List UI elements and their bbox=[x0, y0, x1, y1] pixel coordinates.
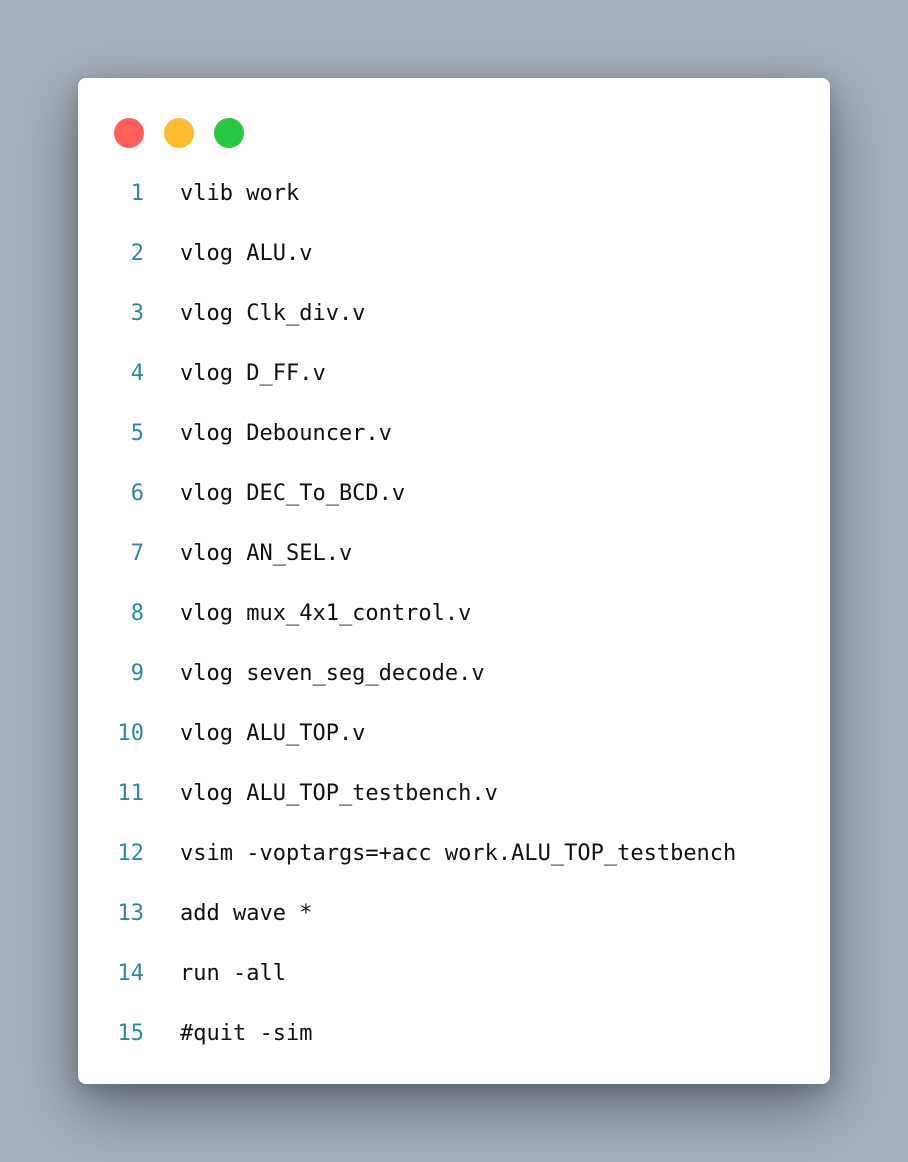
code-text: #quit -sim bbox=[180, 1021, 313, 1046]
code-text: run -all bbox=[180, 961, 286, 986]
line-number: 5 bbox=[130, 421, 144, 446]
close-button[interactable] bbox=[114, 118, 144, 148]
code-line: 3 vlog Clk_div.v bbox=[78, 283, 830, 343]
line-number: 3 bbox=[130, 301, 144, 326]
code-line: 1 vlib work bbox=[78, 163, 830, 223]
line-number: 6 bbox=[130, 481, 144, 506]
code-line: 7 vlog AN_SEL.v bbox=[78, 523, 830, 583]
line-number: 14 bbox=[117, 961, 145, 986]
line-number: 9 bbox=[130, 661, 144, 686]
code-window: 1 vlib work 2 vlog ALU.v 3 vlog Clk_div.… bbox=[78, 78, 830, 1084]
code-line: 14 run -all bbox=[78, 943, 830, 1003]
code-line: 15 #quit -sim bbox=[78, 1003, 830, 1063]
code-line: 5 vlog Debouncer.v bbox=[78, 403, 830, 463]
code-line: 11 vlog ALU_TOP_testbench.v bbox=[78, 763, 830, 823]
minimize-button[interactable] bbox=[164, 118, 194, 148]
code-text: vlog D_FF.v bbox=[180, 361, 326, 386]
line-number: 1 bbox=[130, 181, 144, 206]
code-text: vlog ALU_TOP_testbench.v bbox=[180, 781, 498, 806]
code-line: 2 vlog ALU.v bbox=[78, 223, 830, 283]
code-text: vlib work bbox=[180, 181, 300, 206]
line-number: 15 bbox=[117, 1021, 145, 1046]
line-number: 11 bbox=[117, 781, 145, 806]
code-text: vlog Debouncer.v bbox=[180, 421, 392, 446]
code-text: vlog ALU.v bbox=[180, 241, 313, 266]
code-line: 8 vlog mux_4x1_control.v bbox=[78, 583, 830, 643]
code-block: 1 vlib work 2 vlog ALU.v 3 vlog Clk_div.… bbox=[78, 163, 830, 1063]
code-text: vlog mux_4x1_control.v bbox=[180, 601, 472, 626]
code-text: vlog seven_seg_decode.v bbox=[180, 661, 485, 686]
line-number: 7 bbox=[130, 541, 144, 566]
zoom-button[interactable] bbox=[214, 118, 244, 148]
line-number: 10 bbox=[117, 721, 145, 746]
code-text: vsim -voptargs=+acc work.ALU_TOP_testben… bbox=[180, 841, 737, 866]
code-line: 13 add wave * bbox=[78, 883, 830, 943]
line-number: 12 bbox=[117, 841, 145, 866]
window-controls bbox=[114, 118, 244, 148]
code-text: vlog ALU_TOP.v bbox=[180, 721, 366, 746]
code-line: 10 vlog ALU_TOP.v bbox=[78, 703, 830, 763]
code-line: 6 vlog DEC_To_BCD.v bbox=[78, 463, 830, 523]
line-number: 13 bbox=[117, 901, 145, 926]
code-line: 4 vlog D_FF.v bbox=[78, 343, 830, 403]
line-number: 8 bbox=[130, 601, 144, 626]
code-line: 12 vsim -voptargs=+acc work.ALU_TOP_test… bbox=[78, 823, 830, 883]
line-number: 4 bbox=[130, 361, 144, 386]
line-number: 2 bbox=[130, 241, 144, 266]
code-text: vlog DEC_To_BCD.v bbox=[180, 481, 406, 506]
code-text: add wave * bbox=[180, 901, 313, 926]
code-text: vlog AN_SEL.v bbox=[180, 541, 353, 566]
code-text: vlog Clk_div.v bbox=[180, 301, 366, 326]
code-line: 9 vlog seven_seg_decode.v bbox=[78, 643, 830, 703]
